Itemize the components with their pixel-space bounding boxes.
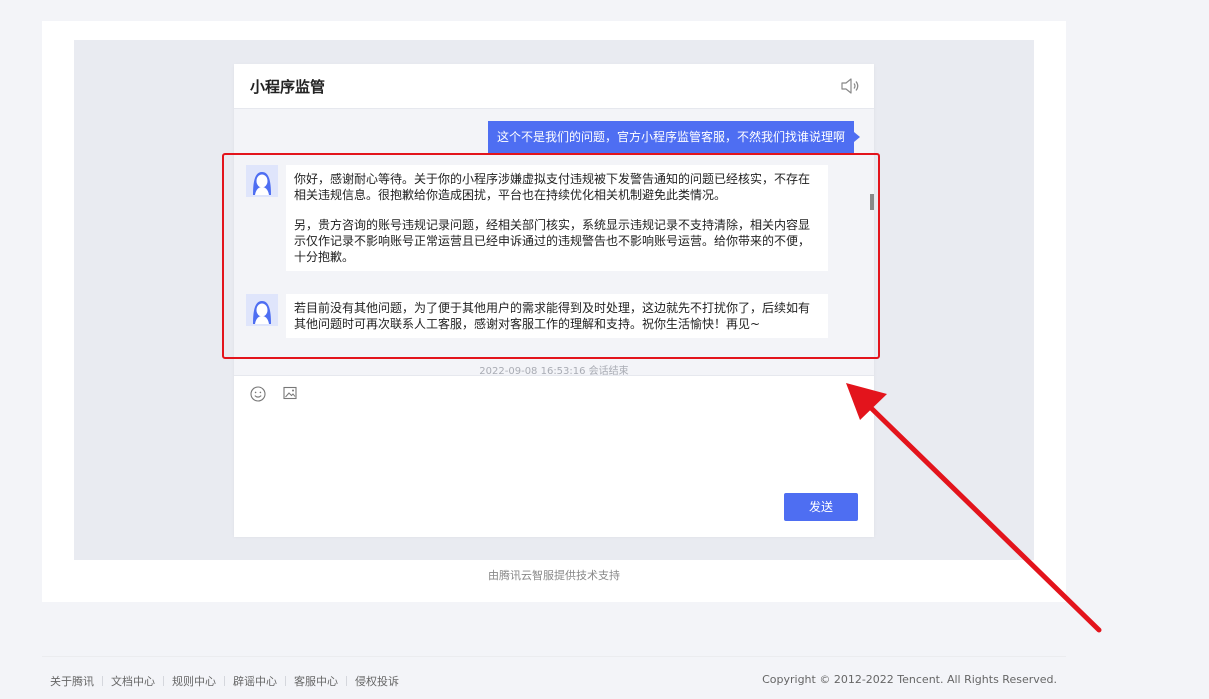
chat-title: 小程序监管	[250, 78, 326, 96]
emoji-icon[interactable]	[250, 386, 266, 402]
powered-by-text: 由腾讯云智服提供技术支持	[488, 569, 620, 582]
footer-link[interactable]: 文档中心	[111, 675, 155, 688]
speaker-icon[interactable]	[840, 77, 860, 95]
footer-link[interactable]: 规则中心	[172, 675, 216, 688]
highlight-box	[222, 153, 880, 359]
footer-divider	[42, 656, 1066, 657]
footer-links: 关于腾讯 文档中心 规则中心 辟谣中心 客服中心 侵权投诉	[50, 673, 399, 689]
send-button[interactable]: 发送	[784, 493, 858, 521]
chat-header: 小程序监管	[234, 64, 874, 109]
footer-link[interactable]: 侵权投诉	[355, 675, 399, 688]
footer-link[interactable]: 关于腾讯	[50, 675, 94, 688]
copyright: Copyright © 2012-2022 Tencent. All Right…	[762, 673, 1057, 686]
footer-link[interactable]: 辟谣中心	[233, 675, 277, 688]
user-message: 这个不是我们的问题，官方小程序监管客服，不然我们找谁说理啊	[487, 121, 861, 153]
footer-link[interactable]: 客服中心	[294, 675, 338, 688]
message-input-area[interactable]: 发送	[234, 375, 874, 537]
image-icon[interactable]	[283, 386, 297, 400]
